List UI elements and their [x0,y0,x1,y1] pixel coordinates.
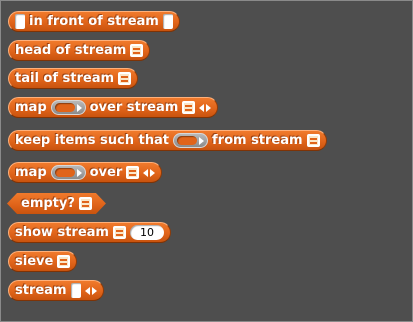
list-input-slot-icon[interactable] [306,134,320,147]
keep-items-block[interactable]: keep items such that from stream [8,130,327,151]
count-number-input[interactable]: 10 [129,225,164,240]
block-label: show stream [15,225,109,240]
block-palette: in front of stream head of stream tail o… [0,0,413,322]
ring-inner-slot [177,136,197,145]
list-input-slot-icon[interactable] [57,255,71,268]
map-over-stream-block[interactable]: map over stream [8,97,219,118]
block-label: empty? [21,196,75,211]
item-input-slot[interactable] [15,14,25,29]
sieve-block[interactable]: sieve [8,251,78,272]
arrow-left-icon[interactable] [199,103,205,112]
ring-expand-arrow-icon[interactable] [199,136,204,145]
empty-predicate-block[interactable]: empty? [7,193,106,214]
ring-inner-slot [54,103,75,112]
arrow-right-icon[interactable] [91,286,97,295]
block-label: tail of stream [15,71,115,86]
block-label: head of stream [15,43,127,58]
block-label-from-stream: from stream [212,133,303,148]
function-ring-slot[interactable] [50,165,86,180]
ring-inner-slot [54,168,75,177]
block-label-over: over [89,165,123,180]
item-input-slot[interactable] [70,283,81,298]
block-label: sieve [15,254,54,269]
map-over-block[interactable]: map over [8,162,163,183]
show-stream-block[interactable]: show stream 10 [8,222,171,243]
arrow-left-icon[interactable] [143,168,149,177]
list-input-slot-icon[interactable] [112,226,126,239]
list-input-slot-icon[interactable] [126,166,140,179]
variadic-arrows[interactable] [84,286,97,295]
list-input-slot-icon[interactable] [79,197,92,210]
block-label: stream [15,283,67,298]
block-label-map: map [15,165,47,180]
variadic-arrows[interactable] [143,168,156,177]
arrow-right-icon[interactable] [206,103,212,112]
tail-of-stream-block[interactable]: tail of stream [8,68,139,89]
block-label-map: map [15,100,47,115]
list-input-slot-icon[interactable] [130,44,144,57]
arrow-left-icon[interactable] [84,286,90,295]
in-front-of-stream-block[interactable]: in front of stream [8,11,180,32]
ring-expand-arrow-icon[interactable] [76,103,82,112]
stream-block[interactable]: stream [8,280,104,301]
list-input-slot-icon[interactable] [118,72,132,85]
arrow-right-icon[interactable] [150,168,156,177]
predicate-ring-slot[interactable] [173,133,208,148]
stream-input-slot[interactable] [162,14,173,29]
variadic-arrows[interactable] [199,103,212,112]
block-label-over-stream: over stream [89,100,179,115]
block-label: in front of stream [29,14,159,29]
function-ring-slot[interactable] [50,100,86,115]
list-input-slot-icon[interactable] [182,101,196,114]
ring-expand-arrow-icon[interactable] [76,168,82,177]
head-of-stream-block[interactable]: head of stream [8,40,151,61]
block-label-keep-items: keep items such that [15,133,169,148]
